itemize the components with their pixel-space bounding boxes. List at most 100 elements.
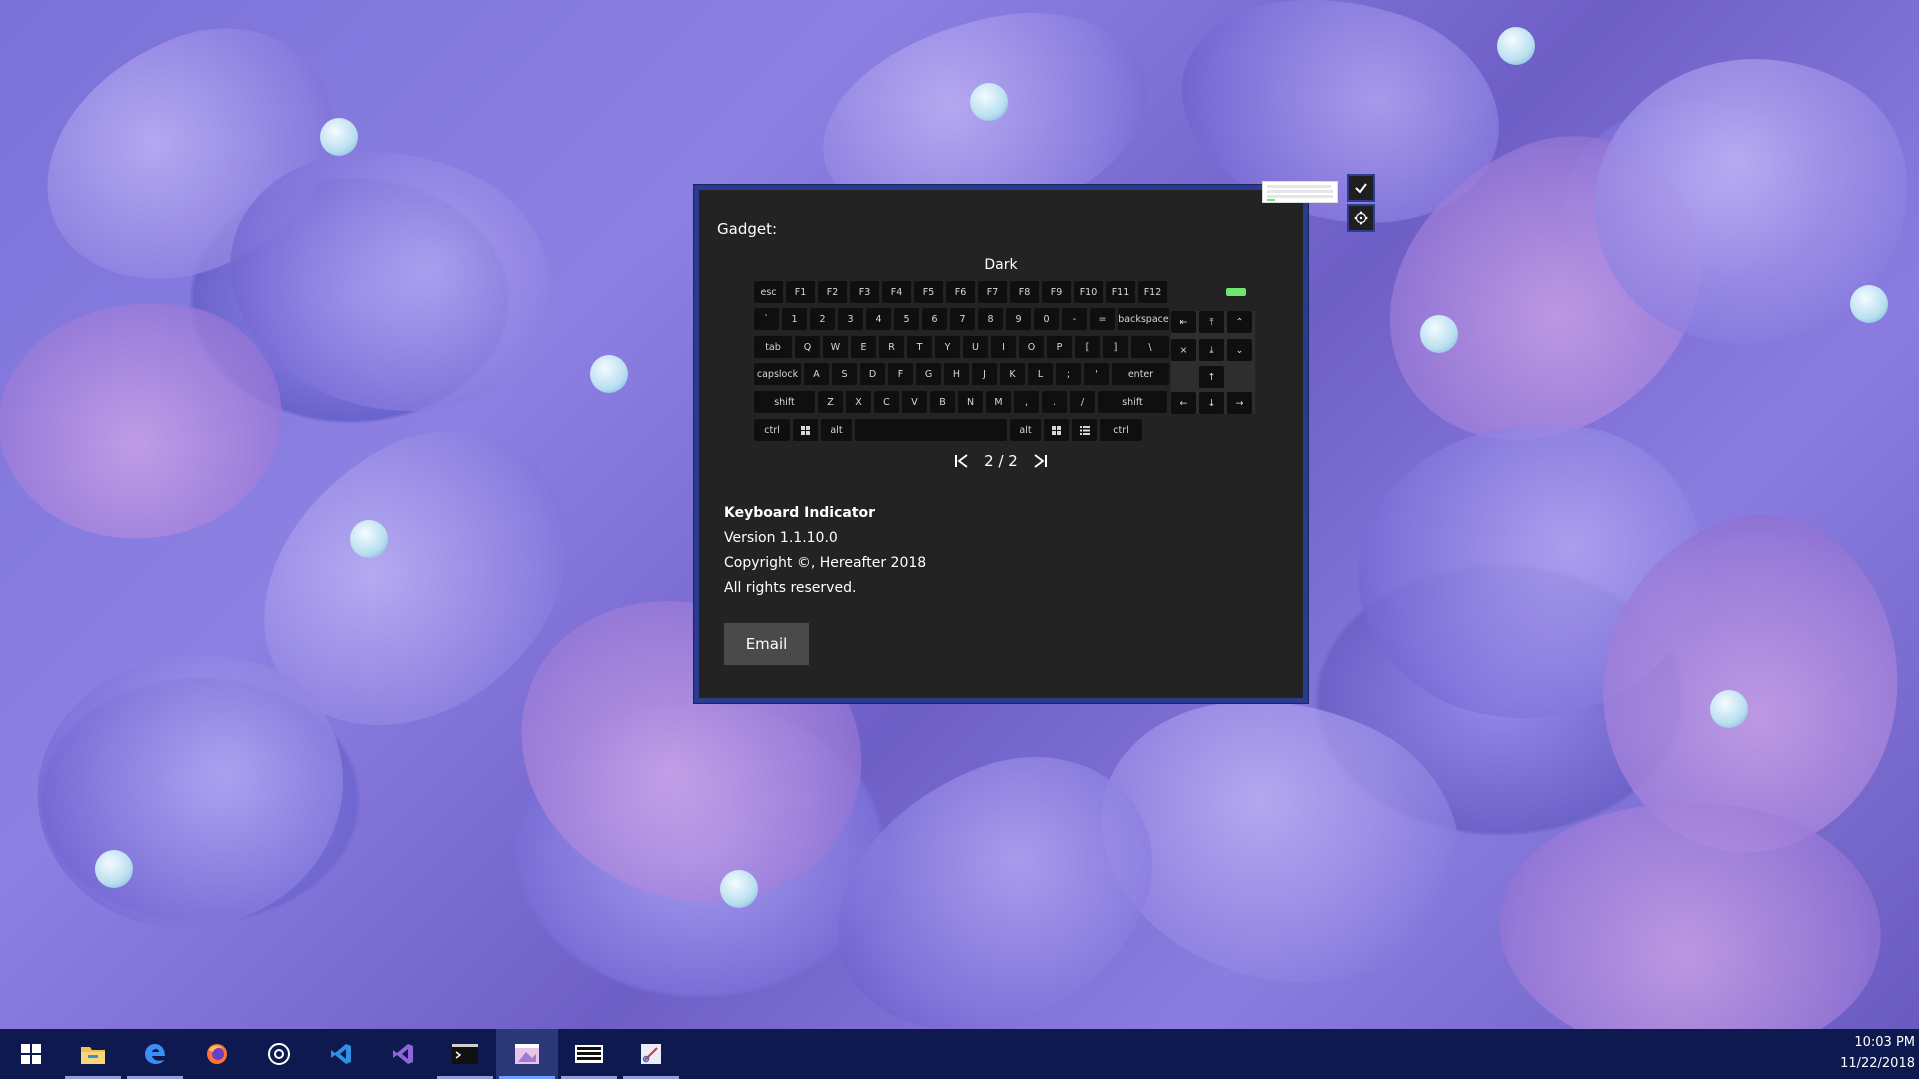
taskbar-terminal[interactable] [434, 1029, 496, 1079]
key: ; [1056, 363, 1081, 385]
keyboard-icon [575, 1045, 603, 1063]
taskbar-snipping-tool[interactable] [620, 1029, 682, 1079]
start-button[interactable] [0, 1029, 62, 1079]
key: F5 [914, 281, 943, 303]
key: 4 [866, 308, 891, 330]
key: [ [1075, 336, 1100, 358]
taskbar-vscode[interactable] [310, 1029, 372, 1079]
taskbar-groove-music[interactable] [248, 1029, 310, 1079]
key: Q [795, 336, 820, 358]
key: , [1014, 391, 1039, 413]
key: enter [1112, 363, 1169, 385]
key: ] [1103, 336, 1128, 358]
mini-keyboard-preview[interactable] [1262, 181, 1338, 203]
key: S [832, 363, 857, 385]
key: O [1019, 336, 1044, 358]
keyboard-row-qwerty: tab Q W E R T Y U I O P [ ] \ [754, 336, 1172, 358]
key: C [874, 391, 899, 413]
key: R [879, 336, 904, 358]
app-rights: All rights reserved. [724, 580, 857, 596]
key: ` [754, 308, 779, 330]
arrow-right-key: → [1227, 392, 1252, 414]
keyboard-row-bottom: ctrl alt alt ctrl [754, 419, 1145, 441]
gadget-side-buttons [1347, 174, 1375, 234]
snipping-icon [641, 1044, 661, 1064]
firefox-icon [207, 1044, 227, 1064]
key: ctrl [1100, 419, 1142, 441]
last-page-button[interactable] [1032, 452, 1050, 470]
arrow-up-key: ↑ [1199, 366, 1224, 388]
key: I [991, 336, 1016, 358]
windows-start-icon [21, 1044, 41, 1064]
key: G [916, 363, 941, 385]
key: V [902, 391, 927, 413]
key: F4 [882, 281, 911, 303]
key: F6 [946, 281, 975, 303]
key: ctrl [754, 419, 790, 441]
key: F11 [1106, 281, 1135, 303]
page-up-key: ⤒ [1199, 311, 1224, 333]
key: T [907, 336, 932, 358]
terminal-icon [452, 1044, 478, 1064]
key: shift [754, 391, 815, 413]
key: J [972, 363, 997, 385]
app-title: Keyboard Indicator [724, 505, 876, 521]
key: - [1062, 308, 1087, 330]
visual-studio-icon [393, 1044, 413, 1064]
key: F2 [818, 281, 847, 303]
key: 5 [894, 308, 919, 330]
windows-key-icon [793, 419, 818, 441]
vscode-icon [331, 1044, 351, 1064]
taskbar-firefox[interactable] [186, 1029, 248, 1079]
key: tab [754, 336, 792, 358]
checkmark-icon [1355, 183, 1367, 194]
page-down-key: ⤓ [1199, 339, 1224, 361]
delete-key: ⨯ [1171, 339, 1196, 361]
theme-name[interactable]: Dark [699, 257, 1303, 273]
key: = [1090, 308, 1115, 330]
app-version: Version 1.1.10.0 [724, 530, 838, 546]
groove-music-icon [268, 1043, 290, 1065]
key: Z [818, 391, 843, 413]
taskbar-clock[interactable]: 10:03 PM 11/22/2018 [1825, 1032, 1915, 1074]
confirm-button[interactable] [1347, 174, 1375, 202]
key: B [930, 391, 955, 413]
key: L [1028, 363, 1053, 385]
taskbar-paint[interactable] [496, 1029, 558, 1079]
keyboard-row-function: esc F1 F2 F3 F4 F5 F6 F7 F8 F9 F10 F11 F… [754, 281, 1254, 303]
key: E [851, 336, 876, 358]
taskbar [0, 1029, 1919, 1079]
move-button[interactable] [1347, 204, 1375, 232]
keyboard-preview[interactable]: esc F1 F2 F3 F4 F5 F6 F7 F8 F9 F10 F11 F… [754, 281, 1255, 441]
key: D [860, 363, 885, 385]
scroll-up-key: ⌃ [1227, 311, 1252, 333]
key: backspace [1118, 308, 1169, 330]
taskbar-file-explorer[interactable] [62, 1029, 124, 1079]
key: 3 [838, 308, 863, 330]
arrow-left-key: ← [1171, 392, 1196, 414]
clock-date: 11/22/2018 [1840, 1056, 1915, 1071]
led-bar [1226, 288, 1246, 296]
key: 6 [922, 308, 947, 330]
email-button[interactable]: Email [724, 623, 809, 665]
key: X [846, 391, 871, 413]
spacebar-key [855, 419, 1007, 441]
key: 9 [1006, 308, 1031, 330]
key: . [1042, 391, 1067, 413]
paint-icon [515, 1044, 539, 1064]
taskbar-visual-studio[interactable] [372, 1029, 434, 1079]
menu-key-icon [1072, 419, 1097, 441]
key: F [888, 363, 913, 385]
scroll-down-key: ⌄ [1227, 339, 1252, 361]
key: F3 [850, 281, 879, 303]
skip-last-icon [1034, 454, 1047, 468]
first-page-button[interactable] [952, 452, 970, 470]
key: M [986, 391, 1011, 413]
taskbar-keyboard-indicator[interactable] [558, 1029, 620, 1079]
page-indicator: 2 / 2 [984, 452, 1018, 470]
gadget-settings-window: Gadget: Dark esc F1 F2 F3 F4 F5 F6 F7 F8… [694, 185, 1308, 703]
key: A [804, 363, 829, 385]
taskbar-edge[interactable] [124, 1029, 186, 1079]
key: F8 [1010, 281, 1039, 303]
capslock-led-indicator [1221, 281, 1251, 303]
